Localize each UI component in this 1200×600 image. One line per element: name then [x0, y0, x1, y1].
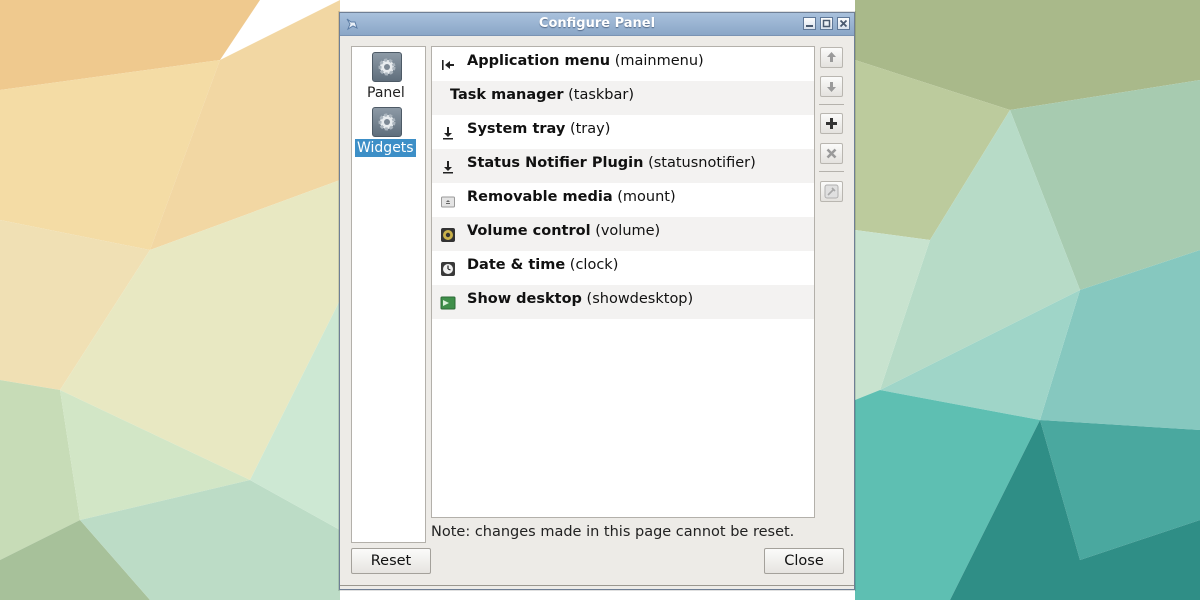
list-item[interactable]: Application menu (mainmenu) — [432, 47, 814, 81]
move-up-icon — [827, 52, 836, 62]
list-item[interactable]: Task manager (taskbar) — [432, 81, 814, 115]
widget-name: Status Notifier Plugin — [467, 155, 644, 171]
widget-id: (mainmenu) — [614, 53, 704, 69]
list-item[interactable]: Date & time (clock) — [432, 251, 814, 285]
widget-list: Application menu (mainmenu) Task manager… — [431, 46, 815, 518]
widget-id: (showdesktop) — [586, 291, 694, 307]
widget-name: Volume control — [467, 223, 591, 239]
remove-icon — [826, 148, 837, 159]
window-bottom-border — [340, 585, 854, 586]
sidebar-item-label: Panel — [367, 85, 405, 101]
close-button[interactable]: Close — [764, 548, 844, 574]
sidebar-item-panel[interactable]: Panel — [352, 52, 425, 102]
list-item[interactable]: Removable media (mount) — [432, 183, 814, 217]
app-menu-icon — [442, 60, 454, 70]
desktop-icon — [440, 296, 456, 310]
widget-id: (tray) — [569, 121, 611, 137]
widget-id: (mount) — [617, 189, 676, 205]
sidebar-item-label: Widgets — [355, 139, 416, 157]
widget-name: Application menu — [467, 53, 611, 69]
widget-name: Show desktop — [467, 291, 582, 307]
widget-id: (clock) — [569, 257, 619, 273]
reset-button[interactable]: Reset — [351, 548, 431, 574]
maximize-icon — [822, 19, 831, 28]
window-title: Configure Panel — [538, 16, 656, 31]
widget-name: Date & time — [467, 257, 566, 273]
list-item[interactable]: Show desktop (showdesktop) — [432, 285, 814, 319]
category-list: Panel Widgets — [351, 46, 426, 543]
add-widget-button[interactable] — [820, 113, 843, 134]
widget-name: Task manager — [450, 87, 564, 103]
download-arrow-icon — [443, 127, 453, 140]
widgets-settings-icon — [372, 107, 402, 137]
move-up-button[interactable] — [820, 47, 843, 68]
close-window-button[interactable] — [837, 17, 850, 30]
clock-icon — [441, 262, 455, 276]
panel-settings-icon — [372, 52, 402, 82]
list-item[interactable]: System tray (tray) — [432, 115, 814, 149]
remove-widget-button[interactable] — [820, 143, 843, 164]
toolbar-divider — [819, 171, 844, 172]
move-down-button[interactable] — [820, 76, 843, 97]
list-item[interactable]: Volume control (volume) — [432, 217, 814, 251]
list-item[interactable]: Status Notifier Plugin (statusnotifier) — [432, 149, 814, 183]
preferences-icon — [824, 184, 839, 199]
sidebar-item-widgets[interactable]: Widgets — [352, 107, 425, 159]
widget-id: (taskbar) — [568, 87, 634, 103]
widget-id: (volume) — [595, 223, 661, 239]
move-down-icon — [827, 82, 836, 92]
maximize-button[interactable] — [820, 17, 833, 30]
toolbar-divider — [819, 104, 844, 105]
widget-name: System tray — [467, 121, 566, 137]
add-icon — [826, 118, 837, 129]
drive-icon — [441, 196, 455, 208]
title-bar[interactable]: Configure Panel — [340, 13, 854, 36]
reset-note: Note: changes made in this page cannot b… — [431, 524, 795, 540]
close-icon — [839, 19, 848, 28]
speaker-icon — [441, 228, 455, 242]
download-arrow-icon — [443, 161, 453, 174]
widget-name: Removable media — [467, 189, 613, 205]
widget-id: (statusnotifier) — [648, 155, 756, 171]
configure-panel-window: Configure Panel Panel Widgets Applicatio… — [339, 12, 855, 590]
minimize-button[interactable] — [803, 17, 816, 30]
widget-preferences-button[interactable] — [820, 181, 843, 202]
minimize-icon — [806, 25, 813, 27]
